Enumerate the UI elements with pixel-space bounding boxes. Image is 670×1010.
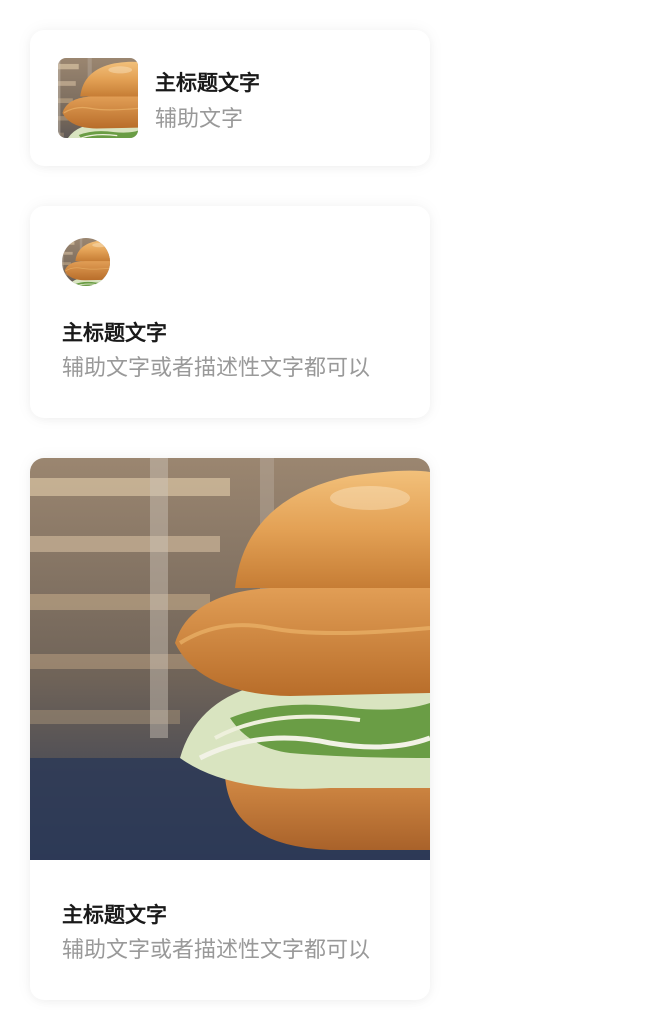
card-title: 主标题文字 xyxy=(62,321,167,345)
card-title: 主标题文字 xyxy=(155,71,260,95)
list-card-small[interactable]: 主标题文字 辅助文字 xyxy=(30,30,430,166)
card-subtitle: 辅助文字或者描述性文字都可以 xyxy=(62,356,371,381)
burger-avatar xyxy=(62,238,110,286)
burger-thumbnail xyxy=(58,58,138,138)
list-card-hero[interactable]: 主标题文字 辅助文字或者描述性文字都可以 xyxy=(30,458,430,1000)
burger-hero-image xyxy=(30,458,430,860)
card-subtitle: 辅助文字或者描述性文字都可以 xyxy=(62,938,371,963)
card-subtitle: 辅助文字 xyxy=(155,107,244,132)
page: 主标题文字 辅助文字 主标题文字 辅助文字或者描述性文字都可以 主标题文字 辅助… xyxy=(0,0,670,1010)
card-title: 主标题文字 xyxy=(62,903,167,927)
list-card-avatar[interactable]: 主标题文字 辅助文字或者描述性文字都可以 xyxy=(30,206,430,418)
